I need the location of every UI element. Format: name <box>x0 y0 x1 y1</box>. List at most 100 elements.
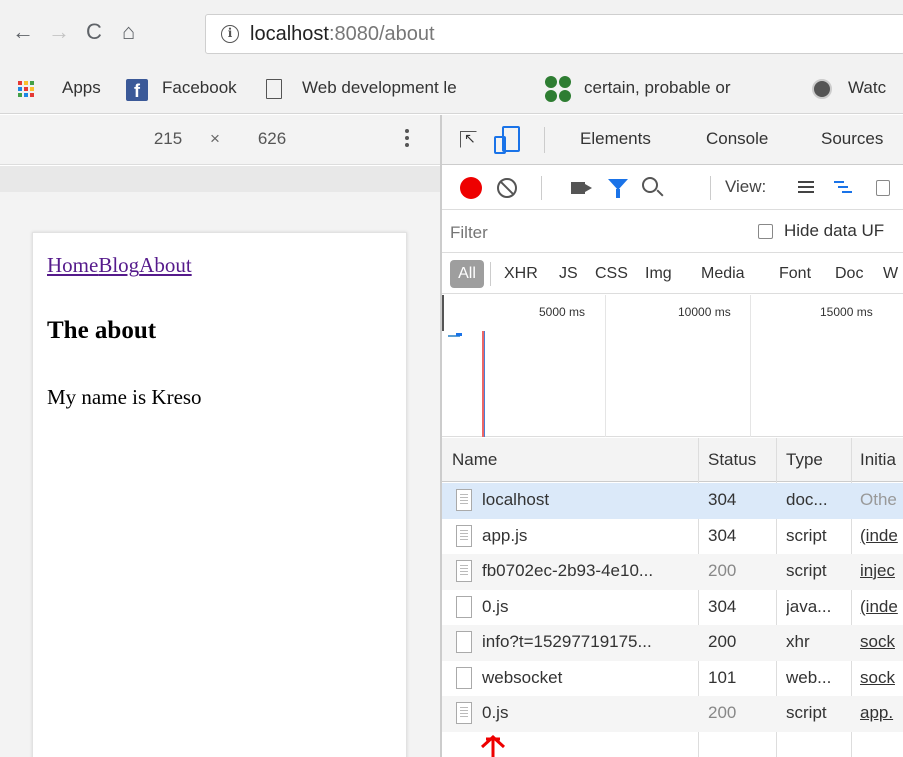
nav-link-about[interactable]: About <box>139 253 192 277</box>
request-type: script <box>786 703 827 722</box>
record-icon[interactable] <box>460 177 482 199</box>
type-filter-img[interactable]: Img <box>645 265 672 283</box>
document-icon <box>456 702 472 724</box>
request-type: script <box>786 525 827 545</box>
request-name: localhost <box>482 490 550 509</box>
dimension-separator: × <box>210 129 220 148</box>
request-row[interactable]: info?t=15297719175... 200 xhr sock <box>442 625 903 661</box>
back-arrow-icon[interactable]: ← <box>12 20 34 44</box>
request-row[interactable]: app.js 304 script (inde <box>442 519 903 555</box>
request-initiator-link[interactable]: sock <box>860 668 903 688</box>
request-row[interactable]: 0.js 304 java... (inde <box>442 590 903 626</box>
large-rows-icon[interactable] <box>798 181 814 195</box>
column-header-status[interactable]: Status <box>708 450 756 470</box>
request-row[interactable]: websocket 101 web... sock <box>442 661 903 697</box>
bookmark-certain-probable[interactable]: certain, probable or <box>584 78 730 98</box>
type-filter-css[interactable]: CSS <box>595 265 628 283</box>
bookmark-apps[interactable]: Apps <box>62 78 101 98</box>
request-list: localhost 304 doc... Othe app.js 304 scr… <box>442 483 903 732</box>
type-filter-media[interactable]: Media <box>701 265 745 283</box>
type-filter-all[interactable]: All <box>450 260 484 288</box>
timeline-gridline <box>605 295 606 437</box>
request-status: 200 <box>708 703 737 722</box>
device-toggle-icon[interactable] <box>494 126 520 154</box>
request-status: 304 <box>708 490 737 509</box>
facebook-icon: f <box>126 79 148 101</box>
request-initiator-link[interactable]: (inde <box>860 597 903 617</box>
request-type: script <box>786 561 827 580</box>
document-icon <box>456 489 472 511</box>
screenshot-camera-icon[interactable] <box>571 182 592 194</box>
hide-data-urls-checkbox[interactable] <box>758 224 773 239</box>
blank-file-icon <box>456 666 472 689</box>
reload-icon[interactable]: C <box>86 20 102 44</box>
type-filter-js[interactable]: JS <box>559 265 578 283</box>
tab-sources[interactable]: Sources <box>821 129 883 149</box>
request-name: 0.js <box>482 596 509 616</box>
device-width-input[interactable]: 215 <box>138 129 198 149</box>
inspect-element-icon[interactable] <box>460 130 477 148</box>
media-query-bar[interactable] <box>0 166 440 192</box>
tab-console[interactable]: Console <box>706 129 768 149</box>
request-row[interactable]: 0.js 200 script app. <box>442 696 903 732</box>
request-row[interactable]: fb0702ec-2b93-4e10... 200 script injec <box>442 554 903 590</box>
tab-elements[interactable]: Elements <box>580 129 651 149</box>
type-filter-font[interactable]: Font <box>779 265 811 283</box>
bookmark-web-development[interactable]: Web development le <box>302 78 457 98</box>
request-row[interactable]: localhost 304 doc... Othe <box>442 483 903 519</box>
bookmarks-bar: Apps f Facebook Web development le certa… <box>0 64 903 114</box>
resource-type-filter: All XHR JS CSS Img Media Font Doc W <box>442 254 903 294</box>
bookmark-facebook[interactable]: Facebook <box>162 78 237 98</box>
group-by-frame-checkbox[interactable] <box>876 180 890 196</box>
type-filter-ws[interactable]: W <box>883 265 898 283</box>
view-label: View: <box>725 177 767 196</box>
bookmark-watch[interactable]: Watc <box>848 78 886 98</box>
emulated-viewport: HomeBlogAbout The about My name is Kreso <box>32 232 407 757</box>
nav-link-blog[interactable]: Blog <box>98 253 139 277</box>
request-name: 0.js <box>482 703 509 722</box>
timeline-start-marker <box>442 295 444 331</box>
request-type: java... <box>786 596 832 616</box>
omnibox[interactable]: i localhost:8080/about <box>205 14 903 54</box>
column-header-type[interactable]: Type <box>786 450 823 470</box>
url-text[interactable]: localhost:8080/about <box>250 23 435 46</box>
divider <box>541 176 542 200</box>
device-height-input[interactable]: 626 <box>242 129 302 149</box>
divider <box>544 127 545 153</box>
column-header-initiator[interactable]: Initia <box>860 450 896 470</box>
request-initiator-link[interactable]: injec <box>860 561 903 581</box>
nav-link-home[interactable]: Home <box>47 253 98 277</box>
request-status: 304 <box>708 596 737 616</box>
search-icon[interactable] <box>642 177 658 193</box>
url-path: :8080/about <box>328 23 435 45</box>
filter-input[interactable] <box>450 219 732 247</box>
site-nav: HomeBlogAbout <box>47 253 192 278</box>
hide-data-urls-label: Hide data UF <box>784 221 885 240</box>
overview-waterfall-icon[interactable] <box>834 181 852 195</box>
home-icon[interactable]: ⌂ <box>122 20 135 44</box>
timeline-gridline <box>750 295 751 437</box>
device-toolbar: 215 × 626 <box>0 115 440 165</box>
type-filter-doc[interactable]: Doc <box>835 265 863 283</box>
blank-file-icon <box>456 595 472 618</box>
column-header-name[interactable]: Name <box>452 450 497 470</box>
clear-icon[interactable] <box>497 178 517 198</box>
devtools-tab-bar: Elements Console Sources <box>442 115 903 165</box>
filter-row: Hide data UF <box>442 211 903 253</box>
network-overview-timeline[interactable]: 5000 ms 10000 ms 15000 ms <box>442 295 903 437</box>
request-initiator-link[interactable]: app. <box>860 703 903 723</box>
type-filter-xhr[interactable]: XHR <box>504 265 538 283</box>
request-type: xhr <box>786 632 810 651</box>
request-initiator-link[interactable]: sock <box>860 632 903 652</box>
info-icon[interactable]: i <box>221 25 239 43</box>
more-options-icon[interactable] <box>404 127 410 151</box>
request-name: fb0702ec-2b93-4e10... <box>482 561 654 580</box>
filter-icon[interactable] <box>608 179 628 198</box>
forward-arrow-icon[interactable]: → <box>48 20 70 44</box>
timeline-tick-5000: 5000 ms <box>539 305 586 319</box>
address-bar-row: ← → C ⌂ i localhost:8080/about <box>0 0 903 64</box>
apps-grid-icon <box>18 81 34 97</box>
request-initiator-link[interactable]: (inde <box>860 526 903 546</box>
request-name: websocket <box>482 667 563 687</box>
request-name: app.js <box>482 525 528 545</box>
